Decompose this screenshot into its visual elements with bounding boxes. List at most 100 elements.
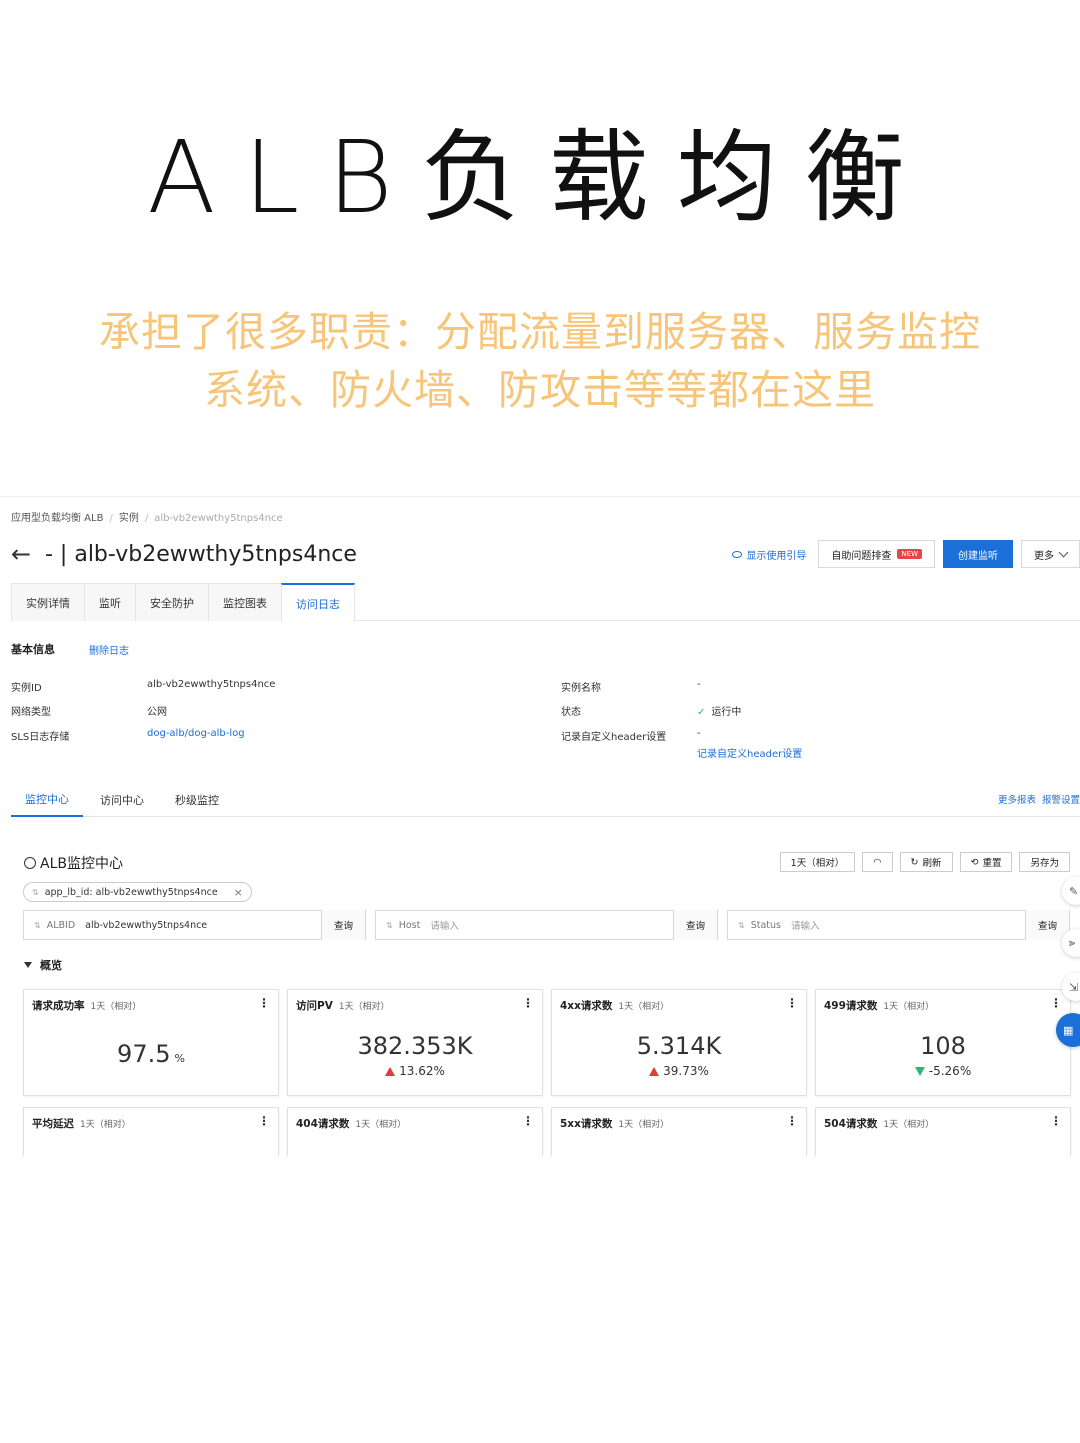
metric-value: 5.314K — [636, 1032, 722, 1060]
metric-change: 39.73% — [552, 1064, 806, 1078]
header-actions: 显示使用引导 自助问题排查 NEW 创建监听 更多 — [732, 540, 1080, 568]
caret-down-icon — [24, 962, 32, 968]
host-input[interactable]: 请输入 — [430, 918, 673, 932]
delete-log-link[interactable]: 删除日志 — [89, 642, 129, 657]
filter-icon: ⇅ — [738, 920, 745, 930]
subtitle-line-1: 承担了很多职责：分配流量到服务器、服务监控 — [99, 308, 981, 356]
subtab-access-center[interactable]: 访问中心 — [100, 783, 144, 817]
network-type-value: 公网 — [147, 707, 167, 718]
metric-card-4xx: 4xx请求数 1天（相对） ⋮ 5.314K 39.73% — [551, 989, 807, 1096]
albid-query-box: ⇅ ALBID alb-vb2ewwthy5tnps4nce 查询 — [23, 910, 366, 940]
status-input[interactable]: 请输入 — [791, 918, 1025, 932]
time-range-button[interactable]: 1天（相对） — [779, 852, 856, 872]
arrow-up-icon — [649, 1067, 660, 1076]
eye-icon — [732, 550, 743, 558]
tab-access-logs[interactable]: 访问日志 — [281, 583, 355, 622]
chevron-down-icon — [1058, 547, 1069, 557]
instance-id-key: 实例ID — [11, 683, 42, 694]
speedometer-icon: ◠ — [873, 856, 882, 868]
export-icon: ⇲ — [1069, 980, 1079, 994]
header-setting-link[interactable]: 记录自定义header设置 — [697, 745, 802, 760]
report-links: 更多报表 报警设置 — [992, 792, 1080, 806]
check-icon: ✓ — [697, 707, 706, 718]
tab-security[interactable]: 安全防护 — [135, 583, 209, 621]
metric-change: 13.62% — [288, 1064, 542, 1078]
more-vertical-icon[interactable]: ⋮ — [1050, 1114, 1062, 1128]
metric-value: 382.353K — [357, 1032, 473, 1060]
close-icon[interactable]: × — [234, 886, 243, 899]
arrow-down-icon — [914, 1067, 925, 1076]
instance-name-key: 实例名称 — [561, 683, 601, 694]
tab-monitoring[interactable]: 监控图表 — [208, 583, 282, 621]
query-button[interactable]: 查询 — [321, 910, 365, 940]
monitor-subtabs: 监控中心 访问中心 秒级监控 — [11, 783, 1080, 817]
metric-card-5xx: 5xx请求数 1天（相对） ⋮ — [551, 1107, 807, 1156]
metric-card-pv: 访问PV 1天（相对） ⋮ 382.353K 13.62% — [287, 989, 543, 1096]
breadcrumb: 应用型负载均衡 ALB / 实例 / alb-vb2ewwthy5tnps4nce — [11, 513, 283, 524]
reset-icon: ⟲ — [970, 856, 979, 868]
tab-details[interactable]: 实例详情 — [11, 583, 85, 621]
instance-title: - | alb-vb2ewwthy5tnps4nce — [45, 541, 357, 567]
self-check-button[interactable]: 自助问题排查 NEW — [818, 540, 935, 568]
filter-icon: ⇅ — [386, 920, 393, 930]
sls-key: SLS日志存储 — [11, 732, 70, 743]
show-guide-link[interactable]: 显示使用引导 — [732, 547, 806, 562]
more-vertical-icon[interactable]: ⋮ — [258, 1114, 270, 1128]
more-vertical-icon[interactable]: ⋮ — [258, 996, 270, 1010]
save-as-button[interactable]: 另存为 — [1019, 852, 1070, 872]
breadcrumb-alb[interactable]: 应用型负载均衡 ALB — [11, 513, 103, 524]
header-setting-value: - — [697, 728, 701, 739]
basic-info-title: 基本信息 — [11, 643, 55, 656]
subtitle-line-2: 系统、防火墙、防攻击等等都在这里 — [204, 366, 876, 414]
metric-card-success-rate: 请求成功率 1天（相对） ⋮ 97.5% — [23, 989, 279, 1096]
more-vertical-icon[interactable]: ⋮ — [786, 1114, 798, 1128]
more-vertical-icon[interactable]: ⋮ — [522, 1114, 534, 1128]
filter-tag[interactable]: ⇅ app_lb_id: alb-vb2ewwthy5tnps4nce × — [23, 882, 252, 902]
metric-value: 108 — [920, 1032, 966, 1060]
instance-name-value: - — [697, 679, 701, 690]
query-button[interactable]: 查询 — [673, 910, 717, 940]
create-listener-button[interactable]: 创建监听 — [943, 540, 1013, 568]
breadcrumb-current: alb-vb2ewwthy5tnps4nce — [154, 513, 283, 524]
albid-input[interactable]: alb-vb2ewwthy5tnps4nce — [85, 920, 321, 931]
more-reports-link[interactable]: 更多报表 — [998, 795, 1036, 806]
monitor-center-title: ALB监控中心 — [24, 853, 123, 873]
subtab-monitor-center[interactable]: 监控中心 — [11, 783, 83, 817]
subtab-second-monitor[interactable]: 秒级监控 — [175, 783, 219, 817]
filter-icon: ⇅ — [32, 887, 39, 897]
status-query-box: ⇅ Status 请输入 查询 — [727, 910, 1070, 940]
sls-link[interactable]: dog-alb/dog-alb-log — [147, 728, 245, 739]
dashboard-icon — [24, 857, 36, 869]
refresh-icon: ↻ — [910, 856, 919, 868]
edit-icon: ✎ — [1069, 884, 1079, 898]
page-title: ALB负载均衡 — [147, 119, 933, 236]
more-vertical-icon[interactable]: ⋮ — [786, 996, 798, 1010]
monitor-toolbar: 1天（相对） ◠ ↻ 刷新 ⟲ 重置 另存为 — [779, 852, 1070, 872]
instance-header: ← - | alb-vb2ewwthy5tnps4nce — [11, 539, 357, 569]
reset-button[interactable]: ⟲ 重置 — [959, 852, 1013, 872]
breadcrumb-instance[interactable]: 实例 — [119, 513, 139, 524]
metric-change: -5.26% — [816, 1064, 1070, 1078]
share-float-button[interactable]: ⫸ — [1062, 929, 1080, 957]
back-arrow-icon[interactable]: ← — [11, 540, 41, 568]
edit-float-button[interactable]: ✎ — [1062, 877, 1080, 905]
refresh-button[interactable]: ↻ 刷新 — [899, 852, 953, 872]
alert-settings-link[interactable]: 报警设置 — [1042, 795, 1080, 806]
tab-listeners[interactable]: 监听 — [84, 583, 136, 621]
network-type-key: 网络类型 — [11, 707, 51, 718]
more-vertical-icon[interactable]: ⋮ — [1050, 996, 1062, 1010]
console-screenshot: 应用型负载均衡 ALB / 实例 / alb-vb2ewwthy5tnps4nce ← … — [0, 496, 1080, 1156]
instance-tabs: 实例详情 监听 安全防护 监控图表 访问日志 — [11, 583, 1080, 622]
query-button[interactable]: 查询 — [1025, 910, 1069, 940]
metric-card-504: 504请求数 1天（相对） ⋮ — [815, 1107, 1071, 1156]
header-setting-key: 记录自定义header设置 — [561, 732, 667, 743]
new-badge: NEW — [897, 549, 922, 559]
more-vertical-icon[interactable]: ⋮ — [522, 996, 534, 1010]
status-key: 状态 — [561, 707, 581, 718]
filter-icon: ⇅ — [34, 920, 41, 930]
overview-section-toggle[interactable]: 概览 — [24, 957, 62, 973]
share-icon: ⫸ — [1069, 936, 1076, 949]
speedometer-button[interactable]: ◠ — [862, 852, 893, 872]
status-value: ✓ 运行中 — [697, 707, 742, 718]
more-dropdown[interactable]: 更多 — [1021, 540, 1080, 568]
